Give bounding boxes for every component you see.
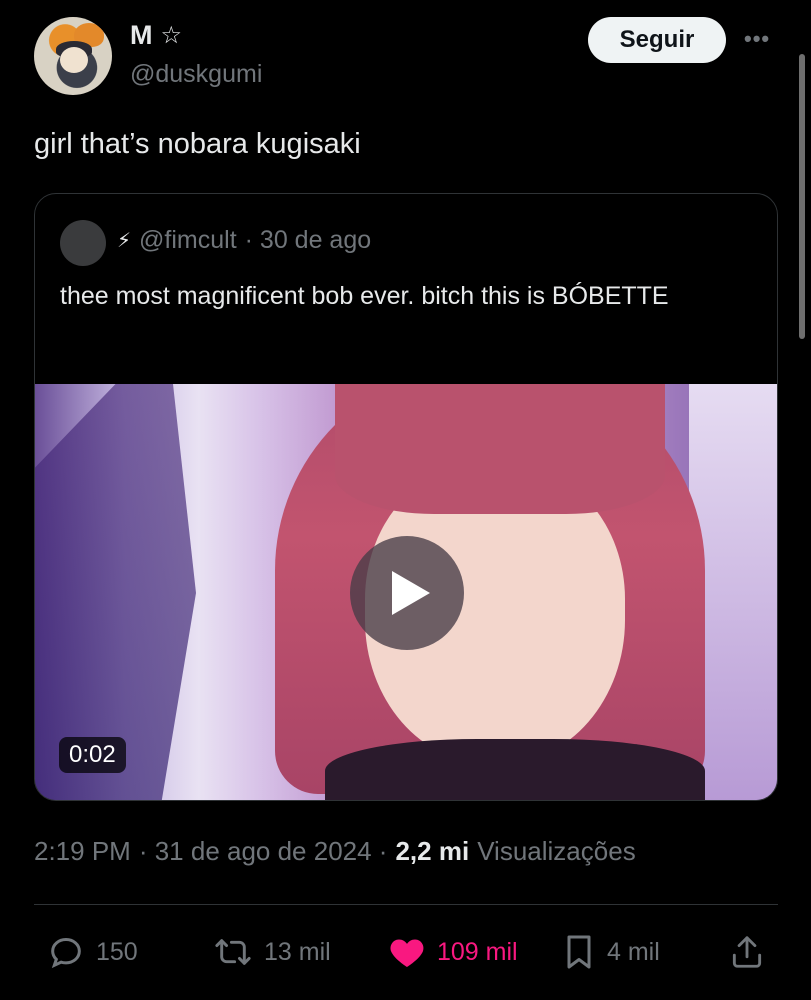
divider bbox=[34, 904, 778, 905]
repost-button[interactable]: 13 mil bbox=[212, 924, 331, 980]
quoted-meta: ⚡︎ @fimcult · 30 de ago bbox=[117, 226, 371, 255]
bookmark-icon bbox=[567, 935, 591, 969]
play-icon bbox=[392, 571, 430, 615]
like-button[interactable]: 109 mil bbox=[387, 924, 518, 980]
tweet-time[interactable]: 2:19 PM bbox=[34, 836, 131, 867]
quoted-avatar[interactable] bbox=[60, 220, 106, 266]
action-bar: 150 13 mil 109 mil 4 mil bbox=[0, 924, 811, 984]
views-count: 2,2 mi bbox=[395, 836, 470, 866]
author-name-text: M bbox=[130, 20, 153, 50]
avatar-face-shape bbox=[60, 47, 88, 73]
scrollbar[interactable] bbox=[799, 54, 805, 339]
follow-button[interactable]: Seguir bbox=[588, 17, 726, 63]
repost-icon bbox=[215, 939, 251, 965]
author-handle[interactable]: @duskgumi bbox=[130, 60, 262, 89]
video-bangs-shape bbox=[335, 384, 665, 514]
views-label: Visualizações bbox=[477, 836, 636, 866]
bookmark-button[interactable]: 4 mil bbox=[561, 924, 660, 980]
tweet-text: girl that’s nobara kugisaki bbox=[34, 128, 361, 160]
lightning-icon: ⚡︎ bbox=[117, 230, 132, 252]
play-button[interactable] bbox=[350, 536, 464, 650]
reply-button[interactable]: 150 bbox=[46, 924, 138, 980]
reply-icon bbox=[51, 937, 81, 969]
star-outline-icon: ☆ bbox=[160, 22, 183, 49]
share-button[interactable] bbox=[728, 924, 766, 980]
video-duration: 0:02 bbox=[59, 737, 126, 773]
bookmark-count: 4 mil bbox=[607, 937, 660, 966]
author-avatar[interactable] bbox=[34, 17, 112, 95]
author-name[interactable]: M ☆ bbox=[130, 20, 182, 51]
video-neck-shape bbox=[325, 739, 705, 800]
heart-filled-icon bbox=[390, 939, 424, 967]
quoted-text: thee most magnificent bob ever. bitch th… bbox=[60, 282, 669, 310]
reply-count: 150 bbox=[96, 937, 138, 966]
video-player[interactable]: 0:02 bbox=[35, 384, 777, 800]
quoted-handle[interactable]: @fimcult bbox=[139, 226, 237, 255]
repost-count: 13 mil bbox=[264, 937, 331, 966]
tweet-date: · 31 de ago de 2024 · bbox=[138, 836, 388, 866]
quoted-tweet[interactable]: ⚡︎ @fimcult · 30 de ago thee most magnif… bbox=[34, 193, 778, 801]
tweet-meta: 2:19 PM · 31 de ago de 2024 · 2,2 mi Vis… bbox=[34, 836, 636, 867]
more-horizontal-icon[interactable]: ••• bbox=[744, 26, 778, 51]
like-count: 109 mil bbox=[437, 937, 518, 966]
share-icon bbox=[732, 936, 762, 968]
quoted-time: · 30 de ago bbox=[244, 226, 372, 254]
